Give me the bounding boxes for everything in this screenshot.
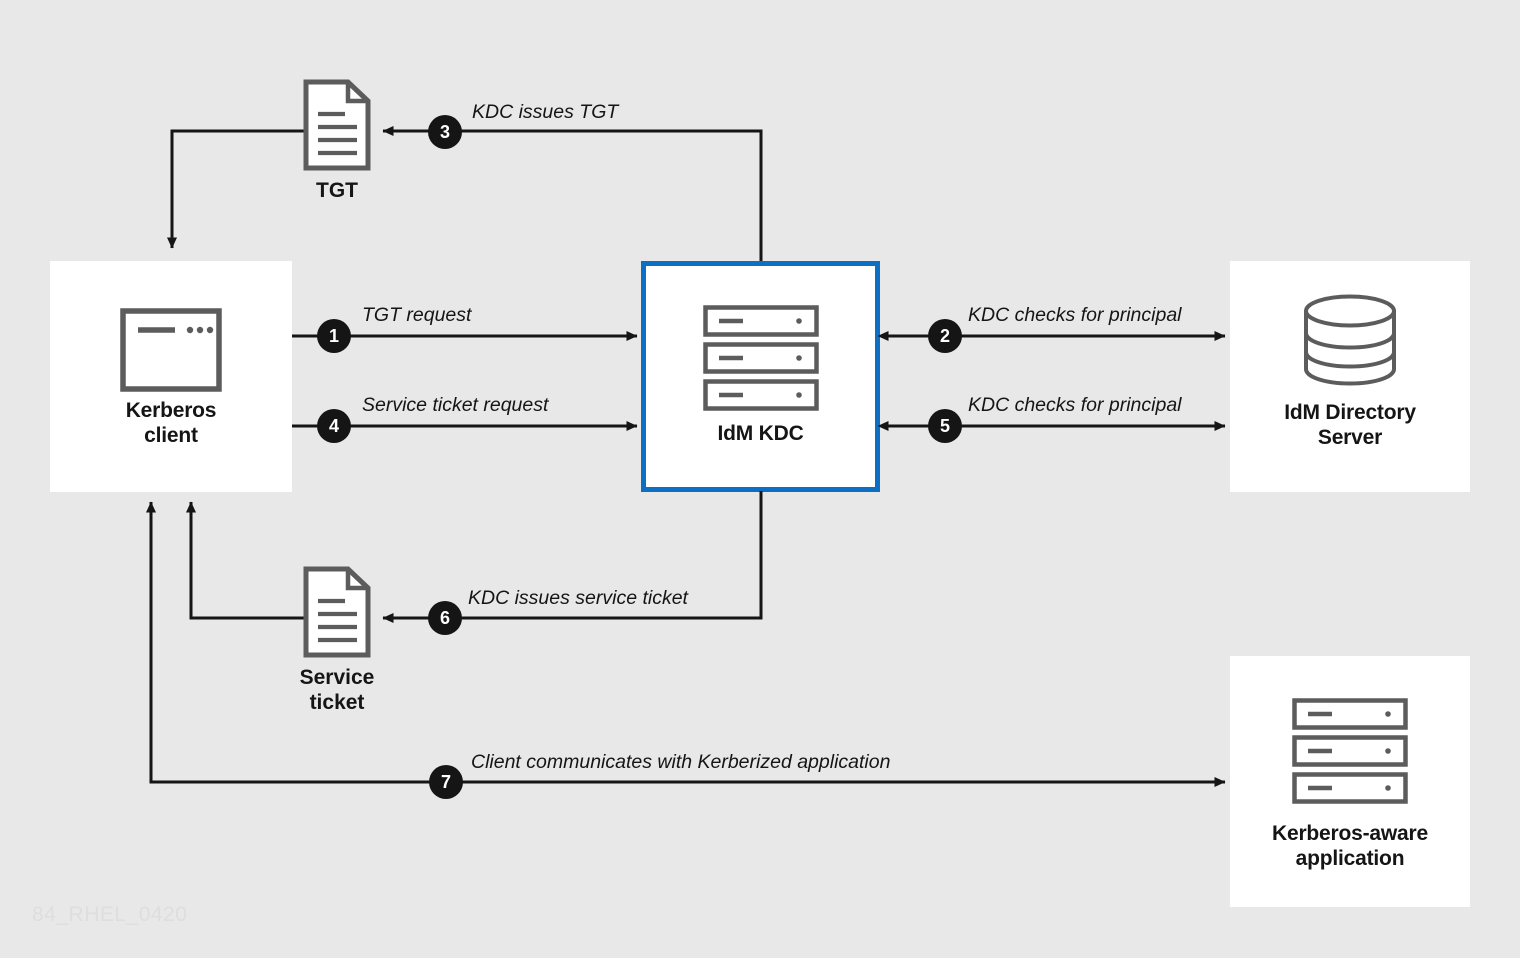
server-rack-icon: [1230, 698, 1470, 804]
step-number: 6: [439, 607, 450, 628]
step-badge-4[interactable]: 4: [317, 409, 351, 443]
step-badge-3[interactable]: 3: [428, 115, 462, 149]
edge-label-2: KDC checks for principal: [968, 304, 1182, 326]
node-label-line1: IdM Directory: [1284, 401, 1416, 424]
node-label-line1: IdM KDC: [717, 422, 804, 445]
node-label-line1: Kerberos-aware: [1272, 822, 1428, 845]
step-badge-6[interactable]: 6: [428, 601, 462, 635]
edge-label-5: KDC checks for principal: [968, 394, 1182, 416]
monitor-window-icon: [50, 308, 292, 392]
node-idm-kdc[interactable]: IdM KDC: [641, 261, 880, 492]
node-label-idm-directory-server: IdM Directory Server: [1230, 400, 1470, 450]
node-label-line2: application: [1295, 847, 1405, 870]
database-cylinder-icon: [1230, 294, 1470, 386]
edge-label-1: TGT request: [362, 304, 472, 326]
step-number: 5: [939, 415, 950, 436]
step-badge-1[interactable]: 1: [317, 319, 351, 353]
step-number: 4: [328, 415, 339, 436]
edge-label-4: Service ticket request: [362, 394, 549, 416]
step-badge-2[interactable]: 2: [928, 319, 962, 353]
edge-label-3: KDC issues TGT: [472, 101, 619, 123]
step-number: 2: [939, 325, 950, 346]
edge-label-7: Client communicates with Kerberized appl…: [471, 751, 891, 773]
node-label-line2: Server: [1317, 426, 1383, 449]
artifact-label-service-ticket: Service ticket: [237, 665, 437, 715]
edge-label-6: KDC issues service ticket: [468, 587, 688, 609]
node-label-line2: client: [144, 424, 198, 447]
artifact-label-line1: Service: [299, 666, 375, 689]
node-label-kerberos-client: Kerberos client: [50, 398, 292, 448]
artifact-label-line2: ticket: [309, 691, 365, 714]
artifact-label-tgt: TGT: [237, 178, 437, 203]
server-rack-icon: [646, 305, 875, 411]
step-number: 1: [328, 325, 339, 346]
document-page-icon-tgt: [303, 79, 371, 176]
step-number: 3: [439, 121, 450, 142]
diagram-canvas: Kerberos client IdM KDC IdM Directory Se…: [0, 0, 1520, 958]
document-page-icon-service-ticket: [303, 566, 371, 663]
step-badge-7[interactable]: 7: [429, 765, 463, 799]
node-label-idm-kdc: IdM KDC: [646, 421, 875, 446]
watermark: 84_RHEL_0420: [32, 903, 188, 926]
artifact-label-line1: TGT: [316, 179, 358, 202]
step-number: 7: [440, 771, 451, 792]
node-kerberos-aware-application[interactable]: Kerberos-aware application: [1230, 656, 1470, 907]
node-label-kerberos-aware-application: Kerberos-aware application: [1230, 821, 1470, 871]
node-idm-directory-server[interactable]: IdM Directory Server: [1230, 261, 1470, 492]
node-label-line1: Kerberos: [125, 399, 217, 422]
step-badge-5[interactable]: 5: [928, 409, 962, 443]
node-kerberos-client[interactable]: Kerberos client: [50, 261, 292, 492]
